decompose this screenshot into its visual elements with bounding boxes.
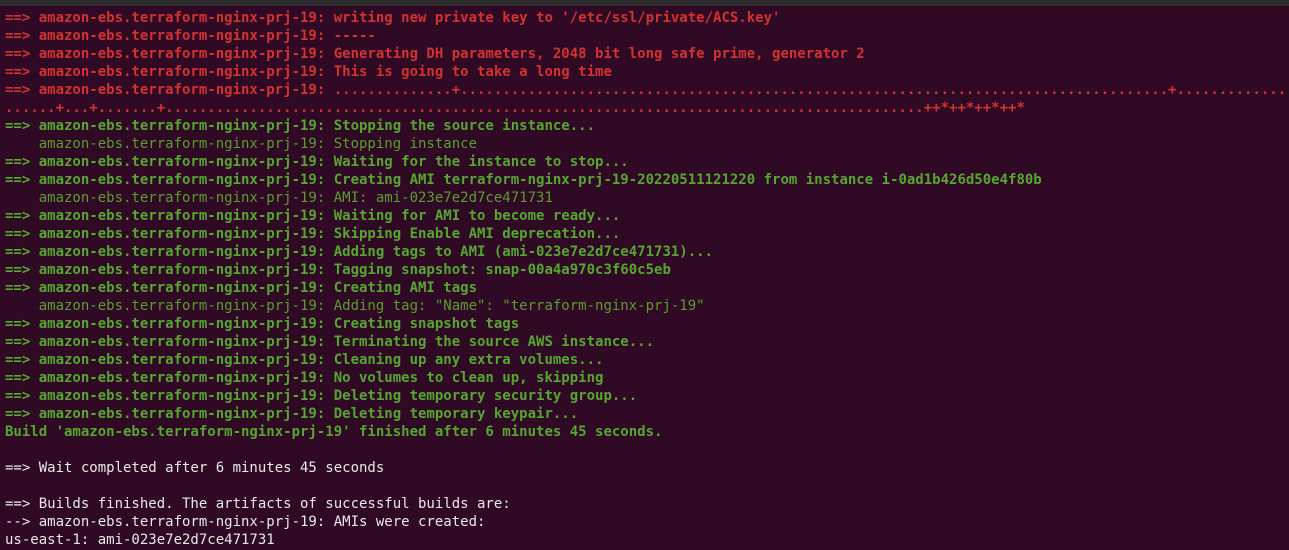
- terminal-line: ......+...+.......+.....................…: [5, 100, 1025, 116]
- terminal-line: ==> amazon-ebs.terraform-nginx-prj-19: C…: [5, 316, 520, 332]
- terminal-line: ==> amazon-ebs.terraform-nginx-prj-19: G…: [5, 46, 865, 62]
- terminal-line: ==> amazon-ebs.terraform-nginx-prj-19: T…: [5, 64, 612, 80]
- terminal-line: ==> amazon-ebs.terraform-nginx-prj-19: D…: [5, 388, 638, 404]
- terminal-line: ==> Wait completed after 6 minutes 45 se…: [5, 460, 385, 476]
- terminal-line: ==> amazon-ebs.terraform-nginx-prj-19: A…: [5, 244, 714, 260]
- terminal-window[interactable]: ==> amazon-ebs.terraform-nginx-prj-19: w…: [0, 0, 1289, 550]
- terminal-line: us-east-1: ami-023e7e2d7ce471731: [5, 532, 275, 548]
- terminal-line: Build 'amazon-ebs.terraform-nginx-prj-19…: [5, 424, 663, 440]
- terminal-line: ==> amazon-ebs.terraform-nginx-prj-19: .…: [5, 82, 1289, 98]
- terminal-line: amazon-ebs.terraform-nginx-prj-19: Stopp…: [5, 136, 478, 152]
- terminal-line: --> amazon-ebs.terraform-nginx-prj-19: A…: [5, 514, 486, 530]
- terminal-line: ==> amazon-ebs.terraform-nginx-prj-19: C…: [5, 280, 478, 296]
- terminal-line: ==> amazon-ebs.terraform-nginx-prj-19: W…: [5, 208, 621, 224]
- terminal-line: ==> amazon-ebs.terraform-nginx-prj-19: C…: [5, 172, 1042, 188]
- terminal-line: amazon-ebs.terraform-nginx-prj-19: AMI: …: [5, 190, 553, 206]
- terminal-line: ==> amazon-ebs.terraform-nginx-prj-19: W…: [5, 154, 629, 170]
- terminal-line: ==> amazon-ebs.terraform-nginx-prj-19: w…: [5, 10, 781, 26]
- terminal-line: ==> amazon-ebs.terraform-nginx-prj-19: S…: [5, 118, 596, 134]
- terminal-line: ==> amazon-ebs.terraform-nginx-prj-19: C…: [5, 352, 604, 368]
- terminal-line: ==> amazon-ebs.terraform-nginx-prj-19: -…: [5, 28, 376, 44]
- window-top-edge: [0, 0, 1289, 6]
- terminal-line: ==> amazon-ebs.terraform-nginx-prj-19: T…: [5, 334, 655, 350]
- terminal-line: ==> Builds finished. The artifacts of su…: [5, 496, 511, 512]
- terminal-line: ==> amazon-ebs.terraform-nginx-prj-19: S…: [5, 226, 621, 242]
- terminal-line: ==> amazon-ebs.terraform-nginx-prj-19: T…: [5, 262, 671, 278]
- terminal-line: ==> amazon-ebs.terraform-nginx-prj-19: N…: [5, 370, 604, 386]
- terminal-line: ==> amazon-ebs.terraform-nginx-prj-19: D…: [5, 406, 579, 422]
- terminal-line: amazon-ebs.terraform-nginx-prj-19: Addin…: [5, 298, 705, 314]
- terminal-output[interactable]: ==> amazon-ebs.terraform-nginx-prj-19: w…: [5, 9, 1289, 549]
